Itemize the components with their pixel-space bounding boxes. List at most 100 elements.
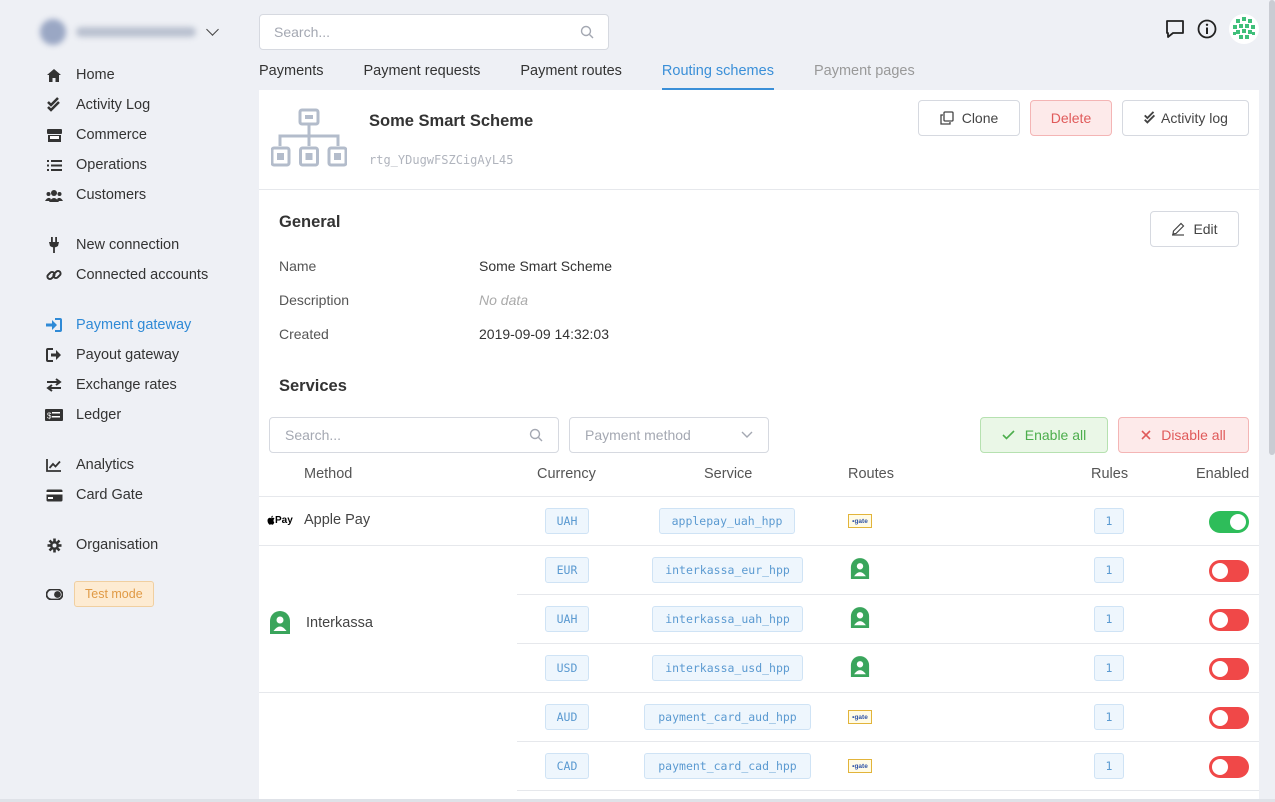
payment-method-select[interactable]: Payment method — [569, 417, 769, 453]
name-label: Name — [279, 258, 317, 274]
tab-routing-schemes[interactable]: Routing schemes — [661, 60, 774, 90]
delete-button[interactable]: Delete — [1030, 100, 1112, 136]
scrollbar[interactable] — [1269, 0, 1275, 455]
sidebar-item-exchange-rates[interactable]: Exchange rates — [44, 374, 177, 396]
interkassa-route-icon[interactable] — [850, 606, 870, 630]
sidebar-item-analytics[interactable]: Analytics — [44, 454, 134, 476]
rules-count[interactable]: 1 — [1094, 606, 1124, 632]
account-switcher[interactable] — [40, 16, 230, 48]
service-tag[interactable]: payment_card_cad_hpp — [644, 753, 811, 779]
sidebar-item-commerce[interactable]: Commerce — [44, 124, 147, 146]
clone-button[interactable]: Clone — [918, 100, 1020, 136]
gate-route-icon[interactable]: •gate — [848, 710, 872, 724]
sidebar-item-label: Ledger — [76, 407, 122, 423]
currency-tag: EUR — [545, 557, 589, 583]
sign-out-icon — [44, 345, 64, 365]
service-tag[interactable]: payment_card_aud_hpp — [644, 704, 811, 730]
chat-icon[interactable] — [1165, 19, 1185, 42]
rules-count[interactable]: 1 — [1094, 704, 1124, 730]
sidebar-item-activity-log[interactable]: Activity Log — [44, 94, 150, 116]
sidebar-item-customers[interactable]: Customers — [44, 184, 146, 206]
sidebar-item-payout-gateway[interactable]: Payout gateway — [44, 344, 179, 366]
rules-count[interactable]: 1 — [1094, 655, 1124, 681]
enabled-toggle[interactable] — [1209, 658, 1249, 680]
sidebar-item-card-gate[interactable]: Card Gate — [44, 484, 143, 506]
currency-tag: USD — [545, 655, 589, 681]
gate-route-icon[interactable]: •gate — [848, 514, 872, 528]
interkassa-route-icon[interactable] — [850, 655, 870, 679]
chevron-down-icon — [741, 431, 753, 438]
interkassa-route-icon[interactable] — [850, 557, 870, 581]
general-title: General — [279, 213, 341, 231]
users-icon — [44, 185, 64, 205]
account-avatar — [40, 19, 66, 45]
services-search-input[interactable]: Search... — [269, 417, 559, 453]
test-mode-badge[interactable]: Test mode — [74, 581, 154, 607]
description-label: Description — [279, 292, 350, 308]
sidebar-item-label: Operations — [76, 157, 147, 173]
sidebar-item-label: Analytics — [76, 457, 135, 473]
tabs: Payments Payment requests Payment routes… — [259, 60, 955, 90]
double-check-icon — [1144, 111, 1156, 124]
toggle-knob — [1212, 759, 1228, 775]
apple-pay-logo: Pay — [267, 515, 304, 526]
description-value: No data — [479, 292, 529, 308]
enabled-toggle[interactable] — [1209, 560, 1249, 582]
divider — [517, 643, 1259, 644]
sidebar-item-ledger[interactable]: $ Ledger — [44, 404, 121, 426]
gate-route-icon[interactable]: •gate — [848, 759, 872, 773]
sidebar-item-label: Connected accounts — [76, 267, 209, 283]
enabled-toggle[interactable] — [1209, 707, 1249, 729]
sidebar-item-payment-gateway[interactable]: Payment gateway — [44, 314, 191, 336]
enabled-toggle[interactable] — [1209, 756, 1249, 778]
exchange-icon — [44, 375, 64, 395]
name-value: Some Smart Scheme — [479, 258, 613, 274]
column-header-currency: Currency — [537, 466, 596, 482]
search-icon — [529, 428, 543, 442]
scheme-header: Some Smart Scheme rtg_YDugwFSZCigAyL45 C… — [259, 90, 1259, 190]
credit-card-icon — [44, 485, 64, 505]
sidebar-item-label: Payment gateway — [76, 317, 192, 333]
top-icons — [1165, 14, 1259, 47]
service-tag[interactable]: interkassa_eur_hpp — [652, 557, 803, 583]
tab-payment-requests[interactable]: Payment requests — [363, 60, 480, 90]
divider — [259, 545, 1259, 546]
info-icon[interactable] — [1197, 19, 1217, 42]
global-search-input[interactable]: Search... — [259, 14, 609, 50]
sidebar-item-label: Card Gate — [76, 487, 143, 503]
tab-payments[interactable]: Payments — [259, 60, 323, 90]
sidebar-item-new-connection[interactable]: New connection — [44, 234, 179, 256]
test-mode-toggle[interactable]: Test mode — [44, 580, 154, 608]
scheme-title: Some Smart Scheme — [369, 112, 534, 130]
toggle-knob — [1212, 563, 1228, 579]
tab-payment-pages[interactable]: Payment pages — [814, 60, 915, 90]
service-tag[interactable]: applepay_uah_hpp — [659, 508, 795, 534]
rules-count[interactable]: 1 — [1094, 508, 1124, 534]
user-avatar[interactable] — [1229, 14, 1259, 47]
search-placeholder: Search... — [274, 24, 331, 40]
service-tag[interactable]: interkassa_uah_hpp — [652, 606, 803, 632]
sidebar-item-connected-accounts[interactable]: Connected accounts — [44, 264, 208, 286]
disable-all-button[interactable]: Disable all — [1118, 417, 1249, 453]
pencil-icon — [1172, 222, 1185, 236]
interkassa-logo — [270, 611, 290, 634]
rules-count[interactable]: 1 — [1094, 557, 1124, 583]
sidebar-item-home[interactable]: Home — [44, 64, 115, 86]
double-check-icon — [44, 95, 64, 115]
rules-count[interactable]: 1 — [1094, 753, 1124, 779]
tab-payment-routes[interactable]: Payment routes — [520, 60, 622, 90]
gear-icon — [44, 535, 64, 555]
enabled-toggle[interactable] — [1209, 609, 1249, 631]
divider — [259, 692, 1259, 693]
divider — [259, 496, 1259, 497]
activity-log-button[interactable]: Activity log — [1122, 100, 1249, 136]
enable-all-button[interactable]: Enable all — [980, 417, 1108, 453]
sidebar-item-operations[interactable]: Operations — [44, 154, 147, 176]
enabled-toggle[interactable] — [1209, 511, 1249, 533]
sidebar-item-organisation[interactable]: Organisation — [44, 534, 158, 556]
service-tag[interactable]: interkassa_usd_hpp — [652, 655, 803, 681]
close-icon — [1141, 430, 1151, 440]
currency-tag: AUD — [545, 704, 589, 730]
edit-button[interactable]: Edit — [1150, 211, 1239, 247]
created-label: Created — [279, 326, 329, 342]
